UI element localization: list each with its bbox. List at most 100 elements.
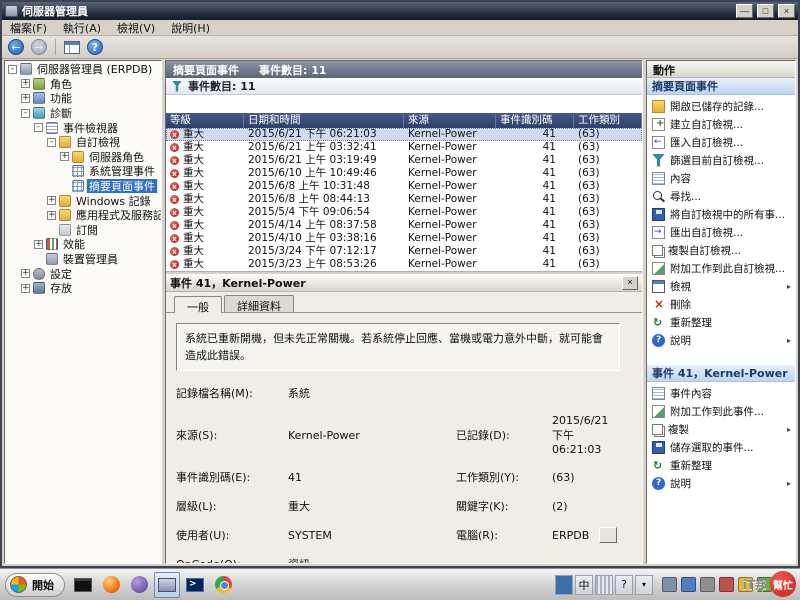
menu-item[interactable]: 說明(H) (163, 19, 218, 37)
event-row[interactable]: 重大 2015/3/23 上午 08:53:26 Kernel-Power 41 (63… (166, 258, 642, 271)
tree-item[interactable]: 裝置管理員 (5, 252, 161, 267)
tray-security-icon[interactable] (719, 577, 734, 592)
action-import-view[interactable]: 匯入自訂檢視... (647, 133, 795, 151)
tree-item[interactable]: + 功能 (5, 91, 161, 106)
action-refresh[interactable]: 重新整理 (647, 313, 795, 331)
event-row[interactable]: 重大 2015/6/21 上午 03:32:41 Kernel-Power 41 (63… (166, 141, 642, 154)
inline-button[interactable] (599, 527, 618, 544)
event-row[interactable]: 重大 2015/4/10 上午 03:38:16 Kernel-Power 41 (63… (166, 232, 642, 245)
show-console-tree-button[interactable] (62, 38, 82, 57)
filter-bar[interactable]: 事件數目: 11 (166, 78, 642, 95)
powershell-taskbar-button[interactable] (182, 572, 208, 598)
tree-toggle[interactable]: + (21, 79, 30, 89)
maximize-button[interactable]: □ (757, 4, 774, 18)
server-manager-taskbar-button[interactable] (154, 571, 180, 598)
tray-volume-icon[interactable] (700, 577, 715, 592)
tree-item[interactable]: - 診斷 (5, 106, 161, 121)
back-button[interactable]: ← (6, 38, 26, 57)
tree-item[interactable]: - 伺服器管理員 (ERPDB) (5, 62, 161, 77)
action-filter[interactable]: 篩選目前自訂檢視... (647, 151, 795, 169)
tree-toggle[interactable]: - (8, 64, 17, 74)
event-row[interactable]: 重大 2015/3/24 下午 07:12:17 Kernel-Power 41 (63… (166, 245, 642, 258)
ime-help-icon[interactable]: ? (615, 574, 633, 595)
event-row[interactable]: 重大 2015/5/4 下午 09:06:54 Kernel-Power 41 (63) (166, 206, 642, 219)
tree-item[interactable]: + 伺服器角色 (5, 150, 161, 165)
column-header[interactable]: 事件識別碼 (496, 113, 574, 128)
tree-item[interactable]: + 效能 (5, 237, 161, 252)
tree-item[interactable]: - 事件檢視器 (5, 120, 161, 135)
action-section-header[interactable]: 摘要頁面事件 (647, 78, 795, 95)
column-header[interactable]: 來源 (404, 113, 496, 128)
tree-item[interactable]: - 自訂檢視 (5, 135, 161, 150)
menu-item[interactable]: 檔案(F) (2, 19, 55, 37)
action-copy[interactable]: 複製 ▸ (647, 420, 795, 438)
tree-item[interactable]: 摘要頁面事件 (5, 178, 161, 194)
tree-toggle[interactable]: + (21, 283, 30, 293)
tree-toggle[interactable]: + (34, 239, 43, 249)
column-header[interactable]: 日期和時間 (244, 113, 404, 128)
tree-toggle[interactable]: + (21, 269, 30, 279)
action-delete[interactable]: 刪除 (647, 295, 795, 313)
minimize-button[interactable]: — (736, 4, 753, 18)
event-row[interactable]: 重大 2015/6/21 下午 06:21:03 Kernel-Power 41 (63… (166, 128, 642, 141)
action-view[interactable]: 檢視 ▸ (647, 277, 795, 295)
action-copy-view[interactable]: 複製自訂檢視... (647, 241, 795, 259)
tree-toggle[interactable]: + (47, 210, 56, 220)
tree-toggle[interactable]: - (34, 123, 43, 133)
event-row[interactable]: 重大 2015/6/8 上午 08:44:13 Kernel-Power 41 (63) (166, 193, 642, 206)
action-help[interactable]: 說明 ▸ (647, 474, 795, 492)
start-button[interactable]: 開始 (5, 572, 65, 597)
tab-details[interactable]: 詳細資料 (224, 295, 294, 313)
tree-item[interactable]: 系統管理事件 (5, 164, 161, 179)
close-button[interactable]: × (778, 4, 795, 18)
event-row[interactable]: 重大 2015/6/8 上午 10:31:48 Kernel-Power 41 (63) (166, 180, 642, 193)
action-properties[interactable]: 事件內容 (647, 384, 795, 402)
tree-item[interactable]: + 角色 (5, 77, 161, 92)
menu-item[interactable]: 執行(A) (55, 19, 109, 37)
action-refresh[interactable]: 重新整理 (647, 456, 795, 474)
tree-item[interactable]: + 應用程式及服務記錄 (5, 208, 161, 223)
action-export-view[interactable]: 匯出自訂檢視... (647, 223, 795, 241)
ime-options-icon[interactable]: ▾ (635, 574, 653, 595)
menu-item[interactable]: 檢視(V) (109, 19, 163, 37)
action-section-header[interactable]: 事件 41，Kernel-Power (647, 365, 795, 382)
tree-item[interactable]: + 存放 (5, 281, 161, 296)
tree-toggle[interactable]: - (47, 137, 56, 147)
tray-network-icon[interactable] (681, 577, 696, 592)
event-row[interactable]: 重大 2015/6/10 上午 10:49:46 Kernel-Power 41 (63… (166, 167, 642, 180)
action-save[interactable]: 儲存選取的事件... (647, 438, 795, 456)
action-create-view[interactable]: 建立自訂檢視... (647, 115, 795, 133)
tray-display-icon[interactable] (662, 577, 677, 592)
tree-toggle[interactable]: - (21, 108, 30, 118)
event-row[interactable]: 重大 2015/4/14 上午 08:37:58 Kernel-Power 41 (63… (166, 219, 642, 232)
action-find[interactable]: 尋找... (647, 187, 795, 205)
action-save-all[interactable]: 將自訂檢視中的所有事... (647, 205, 795, 223)
tab-general[interactable]: 一般 (174, 296, 222, 314)
column-header[interactable]: 工作類別 (574, 113, 642, 128)
ime-keyboard-icon[interactable] (595, 574, 613, 595)
help-button[interactable]: ? (85, 38, 105, 57)
tree-toggle[interactable]: + (21, 93, 30, 103)
column-header[interactable]: 等級 (166, 113, 244, 128)
tree-toggle[interactable]: + (60, 152, 69, 162)
tree-item[interactable]: + 設定 (5, 266, 161, 281)
firefox-taskbar-button[interactable] (98, 572, 124, 598)
action-properties[interactable]: 內容 (647, 169, 795, 187)
ime-language-icon[interactable] (555, 574, 573, 595)
forward-button[interactable]: → (29, 38, 49, 57)
cmd-taskbar-button[interactable] (70, 572, 96, 598)
tree-toggle[interactable]: + (47, 196, 56, 206)
action-attach-task[interactable]: 附加工作到此自訂檢視... (647, 259, 795, 277)
titlebar[interactable]: 伺服器管理員 — □ × (2, 2, 798, 20)
tree-item[interactable]: + Windows 記錄 (5, 193, 161, 208)
back-arrow-icon: ← (8, 39, 24, 55)
details-close-button[interactable]: × (622, 275, 638, 290)
chrome-taskbar-button[interactable] (210, 572, 236, 598)
action-help[interactable]: 說明 ▸ (647, 331, 795, 349)
action-open-log[interactable]: 開啟已儲存的記錄... (647, 97, 795, 115)
event-row[interactable]: 重大 2015/6/21 上午 03:19:49 Kernel-Power 41 (63… (166, 154, 642, 167)
tree-item[interactable]: 訂閱 (5, 223, 161, 238)
media-app-taskbar-button[interactable] (126, 572, 152, 598)
ime-mode-icon[interactable]: 中 (575, 574, 593, 595)
action-attach-task[interactable]: 附加工作到此事件... (647, 402, 795, 420)
